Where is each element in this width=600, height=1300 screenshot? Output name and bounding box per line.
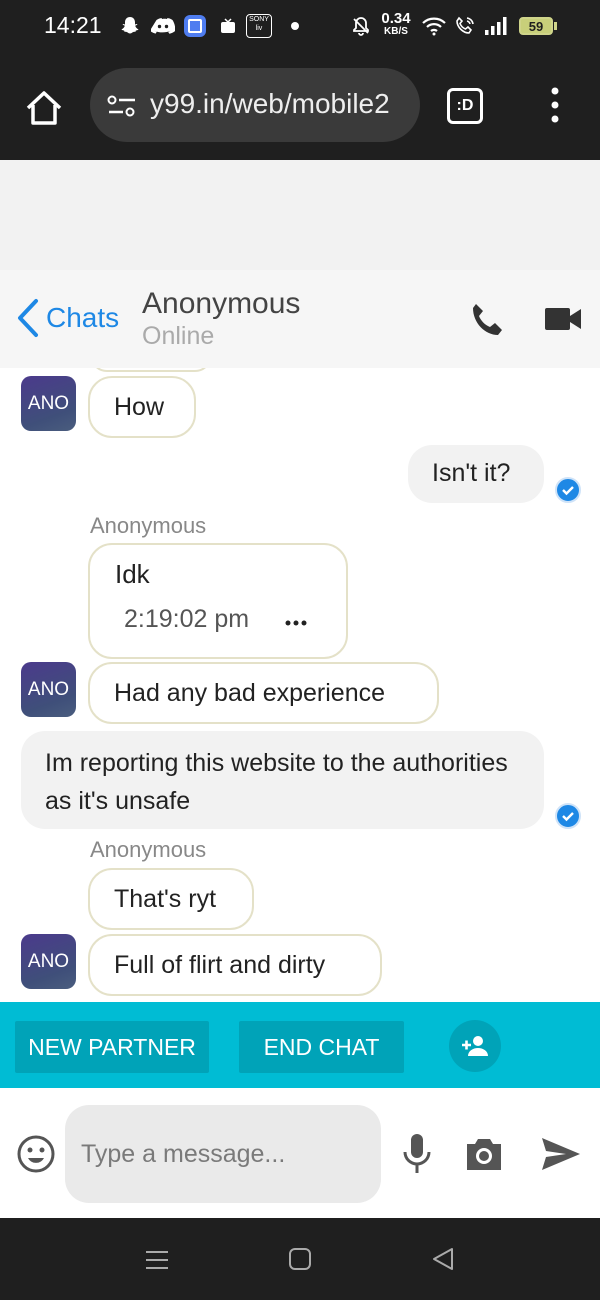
chat-action-bar: NEW PARTNER END CHAT: [0, 1002, 600, 1088]
emoji-icon[interactable]: [16, 1134, 56, 1174]
add-person-icon: [462, 1036, 488, 1056]
discord-icon: [150, 14, 176, 38]
back-to-chats-button[interactable]: Chats: [16, 298, 119, 338]
avatar[interactable]: ANO: [21, 662, 76, 717]
bell-muted-icon: [350, 14, 372, 38]
network-speed-value: 0.34: [381, 10, 411, 27]
avatar[interactable]: ANO: [21, 934, 76, 989]
back-nav-icon[interactable]: [431, 1247, 455, 1271]
incoming-message: Full of flirt and dirty: [88, 934, 382, 996]
read-check-icon: [555, 477, 581, 503]
back-label: Chats: [46, 302, 120, 333]
browser-menu-icon[interactable]: [545, 86, 565, 126]
more-notifications-dot-icon: [289, 14, 301, 38]
tv-icon: [219, 14, 237, 38]
partner-status: Online: [142, 322, 215, 350]
recent-apps-icon[interactable]: [145, 1248, 169, 1272]
incoming-message[interactable]: Idk 2:19:02 pm: [88, 543, 348, 659]
sony-liv-icon: SONY liv: [246, 14, 272, 38]
wifi-calling-icon: [453, 14, 477, 38]
system-navigation-bar: [0, 1218, 600, 1300]
message-list[interactable]: ANO How Isn't it? Anonymous Idk 2:19:02 …: [0, 368, 600, 1002]
status-bar: 14:21 SONY liv 0.34 KB/S 59: [0, 0, 600, 54]
network-speed: 0.34 KB/S: [380, 10, 412, 38]
outgoing-message: Im reporting this website to the authori…: [21, 731, 544, 829]
home-nav-icon[interactable]: [288, 1247, 312, 1271]
message-composer: [0, 1088, 600, 1218]
chat-header: Chats Anonymous Online: [0, 270, 600, 368]
chevron-left-icon: [18, 299, 38, 337]
home-icon[interactable]: [22, 86, 66, 130]
snapchat-icon: [118, 14, 142, 38]
microphone-icon[interactable]: [402, 1132, 432, 1176]
sender-name: Anonymous: [90, 837, 207, 862]
browser-toolbar: y99.in/web/mobile2 :D: [0, 54, 600, 160]
outgoing-message: Isn't it?: [408, 445, 544, 503]
site-settings-icon[interactable]: [106, 92, 138, 120]
incoming-message: That's ryt: [88, 868, 254, 930]
signal-icon: [482, 14, 510, 38]
incoming-message: Had any bad experience: [88, 662, 439, 724]
read-check-icon: [555, 803, 581, 829]
end-chat-button[interactable]: END CHAT: [239, 1021, 404, 1073]
message-input[interactable]: [65, 1105, 381, 1203]
network-speed-unit: KB/S: [384, 26, 408, 37]
camera-icon[interactable]: [464, 1136, 504, 1172]
message-timestamp: 2:19:02 pm: [124, 605, 250, 633]
incoming-message: How: [88, 376, 196, 438]
voice-call-icon[interactable]: [468, 300, 508, 340]
url-text[interactable]: y99.in/web/mobile2: [150, 88, 390, 120]
previous-message-bubble: [90, 368, 212, 372]
video-call-icon[interactable]: [544, 306, 582, 332]
address-bar[interactable]: y99.in/web/mobile2: [90, 68, 420, 142]
new-partner-button[interactable]: NEW PARTNER: [15, 1021, 209, 1073]
battery-icon: 59: [518, 14, 558, 38]
message-text: Idk: [115, 559, 150, 589]
add-friend-button[interactable]: [449, 1020, 501, 1072]
send-icon[interactable]: [540, 1136, 582, 1172]
sender-name: Anonymous: [90, 513, 207, 538]
avatar[interactable]: ANO: [21, 376, 76, 431]
clock: 14:21: [44, 12, 102, 38]
wifi-icon: [420, 14, 448, 38]
battery-level: 59: [519, 17, 553, 35]
tab-switcher-button[interactable]: :D: [447, 88, 483, 124]
message-options-icon[interactable]: [284, 615, 308, 626]
app-notification-icon: [183, 14, 207, 38]
partner-name: Anonymous: [142, 287, 301, 320]
page-top-blank-area: [0, 160, 600, 270]
